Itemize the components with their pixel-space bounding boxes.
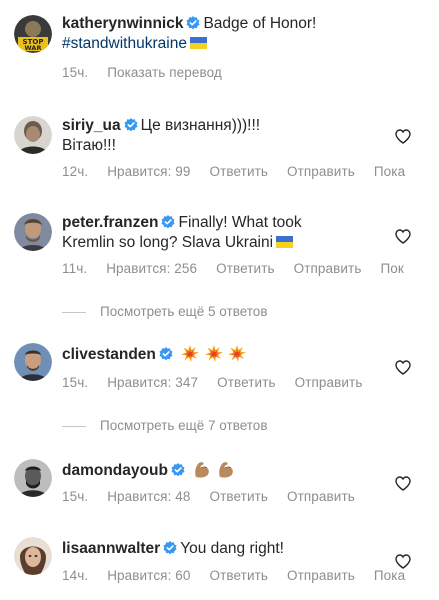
view-replies-button[interactable]: Посмотреть ещё 5 ответов — [62, 304, 268, 319]
avatar[interactable]: STOP WAR — [14, 15, 52, 53]
comment-meta: 14ч. Нравится: 60 Ответить Отправить Пока — [62, 568, 424, 583]
comment-body: Це визнання)))!!! — [140, 117, 261, 134]
comment-text: lisaannwalter You dang right! — [62, 539, 362, 559]
translate-link[interactable]: Пока — [374, 568, 405, 583]
username[interactable]: damondayoub — [62, 462, 168, 479]
ukraine-flag-emoji — [276, 236, 294, 248]
likes-count[interactable]: Нравится: 48 — [107, 489, 190, 504]
comment-text: clivestanden — [62, 345, 362, 365]
send-button[interactable]: Отправить — [295, 375, 363, 390]
heart-outline-icon[interactable] — [395, 554, 411, 569]
username[interactable]: siriy_ua — [62, 117, 121, 134]
timestamp: 15ч. — [62, 375, 89, 390]
verified-badge-icon — [170, 463, 185, 477]
reply-button[interactable]: Ответить — [210, 568, 269, 583]
comment-meta: 11ч. Нравится: 256 Ответить Отправить Пок — [62, 261, 423, 276]
svg-text:WAR: WAR — [25, 44, 42, 52]
comment-body: Finally! What took — [178, 214, 302, 231]
collision-emoji — [181, 345, 200, 362]
likes-count[interactable]: Нравится: 60 — [107, 568, 190, 583]
likes-count[interactable]: Нравится: 256 — [106, 261, 197, 276]
avatar[interactable] — [14, 537, 52, 575]
comment-body: Badge of Honor! — [203, 15, 317, 32]
timestamp: 11ч. — [62, 261, 88, 276]
timestamp: 14ч. — [62, 568, 89, 583]
verified-badge-icon — [163, 541, 178, 555]
divider — [62, 311, 86, 313]
likes-count[interactable]: Нравится: 347 — [107, 375, 198, 390]
heart-outline-icon[interactable] — [395, 229, 411, 244]
ukraine-flag-emoji — [189, 37, 207, 49]
comment-body-line2: Вітаю!!! — [62, 137, 116, 154]
view-replies-label: Посмотреть ещё 7 ответов — [100, 418, 268, 433]
verified-badge-icon — [186, 16, 201, 30]
heart-outline-icon[interactable] — [395, 129, 411, 144]
send-button[interactable]: Отправить — [287, 568, 355, 583]
hashtag-link[interactable]: #standwithukraine — [62, 35, 187, 52]
view-replies-button[interactable]: Посмотреть ещё 7 ответов — [62, 418, 268, 433]
collision-emoji — [204, 345, 223, 362]
reply-button[interactable]: Ответить — [217, 375, 276, 390]
timestamp: 15ч. — [62, 489, 89, 504]
heart-outline-icon[interactable] — [395, 360, 411, 375]
verified-badge-icon — [123, 118, 138, 132]
reply-button[interactable]: Ответить — [210, 164, 269, 179]
send-button[interactable]: Отправить — [287, 164, 355, 179]
comment-meta: 12ч. Нравится: 99 Ответить Отправить Пока — [62, 164, 424, 179]
username[interactable]: lisaannwalter — [62, 540, 160, 557]
comment-text: peter.franzen Finally! What took Kremlin … — [62, 213, 362, 253]
likes-count[interactable]: Нравится: 99 — [107, 164, 190, 179]
timestamp: 15ч. — [62, 65, 89, 80]
avatar[interactable] — [14, 343, 52, 381]
translate-link[interactable]: Пока — [374, 164, 405, 179]
comment-text: siriy_ua Це визнання)))!!! Вітаю!!! — [62, 116, 362, 156]
username[interactable]: clivestanden — [62, 346, 156, 363]
heart-outline-icon[interactable] — [395, 476, 411, 491]
comment-text: katherynwinnick Badge of Honor! #standwit… — [62, 14, 362, 54]
comment-meta: 15ч. Нравится: 48 Ответить Отправить — [62, 489, 374, 504]
comment-meta: 15ч. Показать перевод — [62, 65, 241, 80]
username[interactable]: peter.franzen — [62, 214, 158, 231]
avatar[interactable] — [14, 459, 52, 497]
reply-button[interactable]: Ответить — [210, 489, 269, 504]
reply-button[interactable]: Ответить — [216, 261, 275, 276]
avatar[interactable] — [14, 116, 52, 154]
view-replies-label: Посмотреть ещё 5 ответов — [100, 304, 268, 319]
translate-link[interactable]: Пок — [380, 261, 403, 276]
avatar[interactable] — [14, 213, 52, 251]
username[interactable]: katherynwinnick — [62, 15, 183, 32]
verified-badge-icon — [161, 215, 176, 229]
send-button[interactable]: Отправить — [287, 489, 355, 504]
comment-text: damondayoub — [62, 460, 362, 481]
flexed-biceps-emoji — [218, 461, 233, 478]
flexed-biceps-emoji — [195, 461, 210, 478]
verified-badge-icon — [158, 347, 173, 361]
comment-meta: 15ч. Нравится: 347 Ответить Отправить — [62, 375, 381, 390]
timestamp: 12ч. — [62, 164, 89, 179]
send-button[interactable]: Отправить — [294, 261, 362, 276]
collision-emoji — [227, 345, 246, 362]
comment-body-line2: Kremlin so long? Slava Ukraini — [62, 234, 274, 251]
translate-link[interactable]: Показать перевод — [107, 65, 222, 80]
comment-body: You dang right! — [180, 540, 284, 557]
divider — [62, 425, 86, 427]
